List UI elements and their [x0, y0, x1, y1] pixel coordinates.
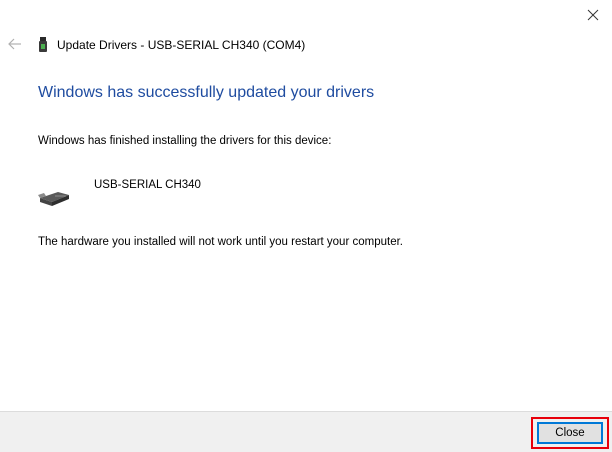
device-name: USB-SERIAL CH340 [94, 179, 201, 191]
usb-device-icon [39, 37, 47, 52]
restart-message: The hardware you installed will not work… [38, 236, 403, 248]
serial-cable-icon [38, 192, 69, 206]
window-title: Update Drivers - USB-SERIAL CH340 (COM4) [57, 38, 306, 52]
title-bar: Update Drivers - USB-SERIAL CH340 (COM4) [38, 36, 305, 54]
finished-message: Windows has finished installing the driv… [38, 135, 332, 147]
success-headline: Windows has successfully updated your dr… [38, 84, 375, 101]
close-icon[interactable] [584, 6, 602, 24]
update-drivers-window: Update Drivers - USB-SERIAL CH340 (COM4)… [0, 0, 612, 452]
close-button[interactable]: Close [537, 422, 603, 444]
back-arrow-icon[interactable] [7, 36, 23, 52]
dialog-footer: Close [0, 411, 612, 452]
